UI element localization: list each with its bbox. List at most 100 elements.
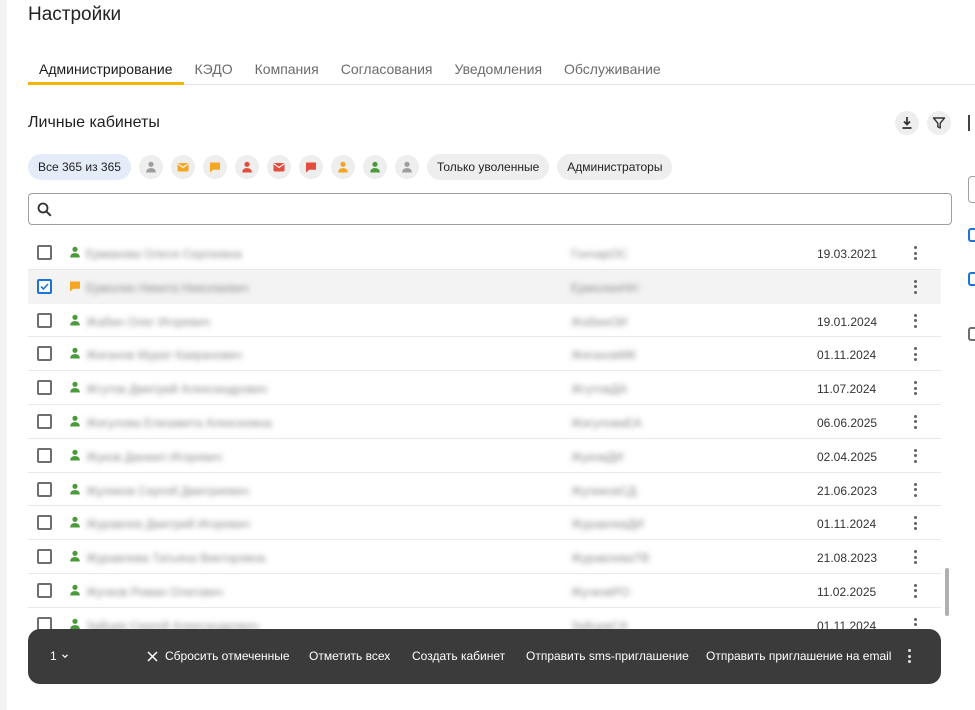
row-more-button[interactable] [908,582,922,600]
employee-name: Жиганов Мурат Каиранович [86,348,242,363]
row-checkbox[interactable] [37,447,52,463]
row-more-button[interactable] [908,244,922,262]
table-row[interactable]: Ермолин Никита Николаевич ЕрмолинНН [28,269,941,304]
row-more-button[interactable] [908,481,922,499]
section-title: Личные кабинеты [28,114,160,131]
filter-button[interactable] [927,111,951,135]
filter-chip-person-8[interactable] [394,155,419,179]
select-all-button[interactable]: Отметить всех [309,649,390,663]
right-panel-checkbox[interactable] [968,272,975,286]
row-more-button[interactable] [908,548,922,566]
filter-chip-person-7[interactable] [362,155,387,179]
filter-chip-email-4[interactable] [266,155,291,179]
reset-selection-button[interactable]: Сбросить отмеченные [147,649,290,663]
right-panel-checkbox[interactable] [968,327,975,341]
row-checkbox[interactable] [37,515,52,531]
employee-name: Жучков Роман Олегович [86,584,223,599]
person-icon [68,583,82,597]
row-date: 11.07.2024 [817,382,877,397]
icon-filter-group [138,155,427,179]
table-row[interactable]: Жучков Роман Олегович ЖучковРО 11.02.2025 [28,574,941,608]
message-icon [209,162,220,173]
filter-chip-all[interactable]: Все 365 из 365 [28,154,131,180]
filter-chip-person-0[interactable] [138,155,163,179]
selected-count-dropdown[interactable]: 1 [50,649,70,663]
row-checkbox[interactable] [37,245,52,260]
filter-chip-message-2[interactable] [202,155,227,179]
search-field[interactable] [28,193,952,225]
person-icon [68,448,82,462]
table-row[interactable]: Жуликов Сергей Дмитриевич ЖуликовСД 21.06.… [28,473,941,507]
table-row[interactable]: Жигулова Елизавета Алексеевна ЖигуловаЕА 0… [28,405,941,439]
right-panel-input[interactable] [968,176,975,203]
table-row[interactable]: Жуков Даниил Игоревич ЖуковДИ 02.04.2025 [28,439,941,473]
filter-chip-message-5[interactable] [298,155,323,179]
employee-login: ЕрмолинНН [571,280,639,295]
person-icon [146,161,156,173]
employee-login: ГончарОС [571,247,628,261]
send-sms-button[interactable]: Отправить sms-приглашение [526,649,689,663]
employee-name: Жигулова Елизавета Алексеевна [86,415,272,430]
more-actions-button[interactable] [902,647,916,665]
filter-chip-person-3[interactable] [234,155,259,179]
person-icon [68,414,82,428]
search-input[interactable] [60,201,920,217]
row-more-button[interactable] [908,514,922,532]
filter-chip-email-1[interactable] [170,155,195,179]
employee-login: ЖучковРО [571,584,630,599]
row-checkbox[interactable] [37,582,52,598]
table-row[interactable]: Журавлева Татьяна Викторовна ЖуравлеваТВ 2… [28,540,941,574]
tab-notifications[interactable]: Уведомления [444,56,554,85]
row-more-button[interactable] [908,447,922,465]
row-more-button[interactable] [908,413,922,431]
row-date: 02.04.2025 [817,449,878,464]
download-button[interactable] [895,111,919,135]
table-row[interactable]: Ермакова Олеся Сергеевна ГончарОС 19.03.20… [28,236,941,270]
email-icon [273,163,285,172]
person-icon [68,482,82,496]
row-more-button[interactable] [908,345,922,363]
row-checkbox[interactable] [37,278,52,294]
bulk-action-bar: 1 Сбросить отмеченные Отметить всех Созд… [28,629,941,684]
right-panel-checkbox[interactable] [968,228,975,242]
message-icon [305,162,316,173]
row-checkbox[interactable] [37,312,52,328]
row-checkbox[interactable] [37,380,52,396]
create-account-button[interactable]: Создать кабинет [412,649,505,663]
employee-login: ЖигуловаЕА [571,415,642,430]
employee-login: ЖуковДИ [571,449,624,464]
tab-administration[interactable]: Администрирование [28,56,184,85]
tab-company[interactable]: Компания [244,56,330,85]
row-checkbox[interactable] [37,346,52,362]
row-date: 19.01.2024 [817,314,878,329]
employee-name: Жуликов Сергей Дмитриевич [86,483,249,498]
filter-chip-person-6[interactable] [330,155,355,179]
check-icon [40,283,49,290]
tab-kedo[interactable]: КЭДО [184,56,244,85]
download-icon [902,117,912,129]
row-more-button[interactable] [908,379,922,397]
close-icon [147,650,158,662]
filter-chip-fired[interactable]: Только уволенные [426,154,550,180]
filter-chip-admins[interactable]: Администраторы [557,154,673,180]
table-row[interactable]: Жиганов Мурат Каиранович ЖигановМК 01.11.2… [28,337,941,372]
row-date: 21.08.2023 [817,551,878,566]
table-row[interactable]: Жабин Олег Игоревич ЖабинОИ 19.01.2024 [28,304,941,338]
email-icon [177,163,189,172]
employee-name: Журавлева Татьяна Викторовна [86,551,266,566]
reset-selection-label: Сбросить отмеченные [165,649,290,663]
row-more-button[interactable] [908,312,922,330]
scrollbar[interactable] [945,568,949,616]
tab-approvals[interactable]: Согласования [330,56,444,85]
row-checkbox[interactable] [37,549,52,565]
row-date: 01.11.2024 [817,517,877,532]
tab-maintenance[interactable]: Обслуживание [553,56,672,85]
search-icon [37,202,52,217]
row-checkbox[interactable] [37,413,52,429]
table-row[interactable]: Жгутов Дмитрий Александрович ЖгутовДА 11.0… [28,371,941,405]
table-row[interactable]: Журавлев Дмитрий Игоревич ЖуравлевДИ 01.11… [28,506,941,541]
employee-name: Жабин Олег Игоревич [86,314,211,329]
row-checkbox[interactable] [37,481,52,497]
send-email-button[interactable]: Отправить приглашение на email [706,649,891,663]
row-more-button[interactable] [908,278,922,296]
